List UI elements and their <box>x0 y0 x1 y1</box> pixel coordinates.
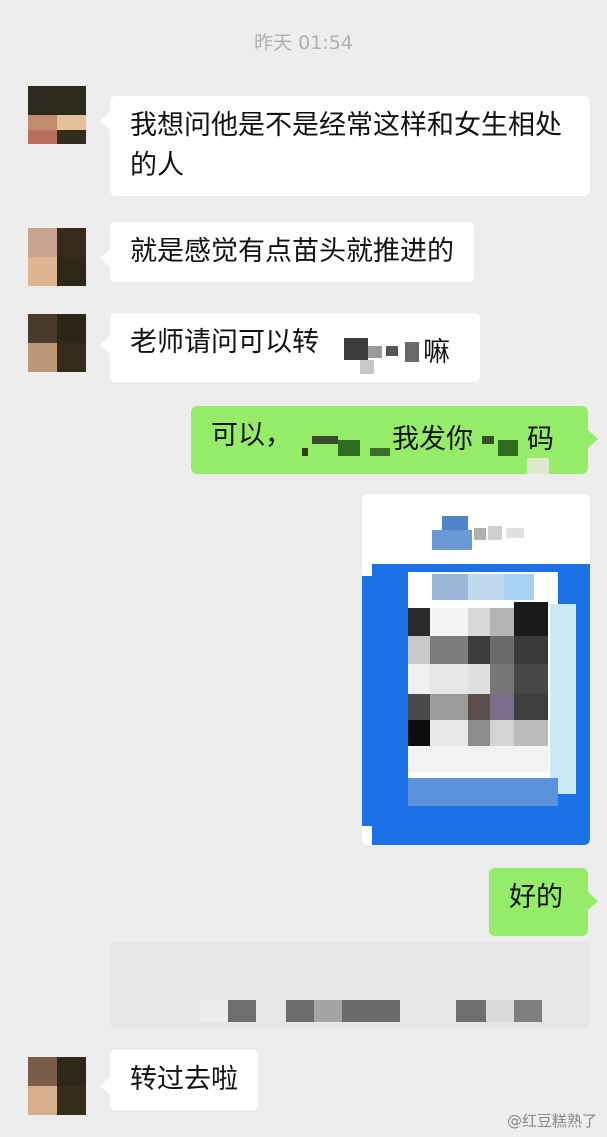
redaction-block <box>370 448 390 456</box>
message-text-start: 老师请问可以转 <box>130 327 319 358</box>
qr-cell <box>514 664 548 694</box>
qr-cell <box>514 636 548 664</box>
qr-cell <box>468 574 504 600</box>
qr-cell <box>430 720 468 746</box>
redaction-block <box>302 448 308 456</box>
qr-header-block <box>506 528 524 538</box>
qr-cell <box>504 574 534 600</box>
qr-cell <box>468 664 490 694</box>
qr-cell <box>408 664 430 694</box>
qr-card-edge <box>362 576 376 826</box>
qr-footer-block <box>408 778 558 806</box>
qr-side-strip <box>550 604 576 794</box>
contact-avatar[interactable] <box>28 228 86 286</box>
bubble-tail <box>588 430 598 448</box>
redaction-block <box>360 360 374 374</box>
qr-cell <box>468 608 490 636</box>
message-text: 转过去啦 <box>130 1064 238 1095</box>
message-bubble-incoming[interactable]: 转过去啦 <box>110 1050 258 1110</box>
qr-cell <box>408 608 430 636</box>
qr-cell <box>468 720 490 746</box>
bubble-tail <box>100 112 110 130</box>
message-bubble-incoming[interactable]: 我想问他是不是经常这样和女生相处的人 <box>110 96 590 196</box>
card-block <box>200 1000 228 1022</box>
card-block <box>486 1000 514 1022</box>
redaction-block <box>368 346 382 358</box>
qr-header-block <box>474 528 486 540</box>
transfer-card[interactable] <box>110 942 590 1028</box>
bubble-tail <box>588 892 598 910</box>
avatar-lower <box>28 115 86 144</box>
card-block <box>456 1000 486 1022</box>
watermark-text: @红豆糕熟了 <box>506 1112 597 1130</box>
redaction-block <box>498 440 518 456</box>
redaction-block <box>482 436 494 444</box>
bubble-tail <box>100 249 110 267</box>
qr-cell <box>468 636 490 664</box>
qr-cell <box>430 636 468 664</box>
qr-cell <box>408 720 430 746</box>
qr-cell <box>432 574 468 600</box>
qr-cell <box>490 694 514 720</box>
redaction-block <box>344 338 368 360</box>
message-text-start: 可以， <box>211 420 292 451</box>
qr-cell <box>514 720 548 746</box>
qr-cell <box>490 664 514 694</box>
redaction-block <box>386 346 398 356</box>
message-text-end: 码 <box>527 424 554 455</box>
message-bubble-incoming[interactable]: 就是感觉有点苗头就推进的 <box>110 222 474 282</box>
qr-cell <box>408 694 430 720</box>
qr-header-block <box>488 526 502 540</box>
qr-code-image[interactable] <box>362 494 590 845</box>
qr-cell <box>408 746 548 772</box>
qr-header-block <box>432 530 472 550</box>
redaction-block <box>405 342 419 362</box>
qr-cell <box>430 608 468 636</box>
message-text: 好的 <box>509 882 563 913</box>
message-bubble-outgoing[interactable]: 好的 <box>489 868 588 936</box>
contact-avatar[interactable] <box>28 314 86 372</box>
qr-cell <box>468 694 490 720</box>
bubble-tail <box>100 336 110 354</box>
qr-cell <box>408 636 430 664</box>
message-text-end: 嘛 <box>423 337 450 368</box>
qr-cell <box>514 694 548 720</box>
redaction-block <box>312 436 338 444</box>
qr-cell <box>490 608 514 636</box>
contact-avatar[interactable] <box>28 1057 86 1115</box>
card-block <box>342 1000 400 1022</box>
chat-timestamp: 昨天 01:54 <box>254 32 353 54</box>
qr-cell <box>430 664 468 694</box>
message-text: 就是感觉有点苗头就推进的 <box>130 236 454 267</box>
card-block <box>228 1000 256 1022</box>
qr-cell <box>490 720 514 746</box>
card-block <box>314 1000 342 1022</box>
redaction-block <box>527 458 549 474</box>
card-block <box>286 1000 314 1022</box>
redaction-block <box>338 440 360 456</box>
message-text: 我想问他是不是经常这样和女生相处的人 <box>130 110 562 181</box>
card-block <box>514 1000 542 1022</box>
qr-cell <box>490 636 514 664</box>
message-text-mid: 我发你 <box>392 424 473 455</box>
qr-cell <box>430 694 468 720</box>
qr-cell <box>514 602 548 636</box>
bubble-tail <box>100 1077 110 1095</box>
